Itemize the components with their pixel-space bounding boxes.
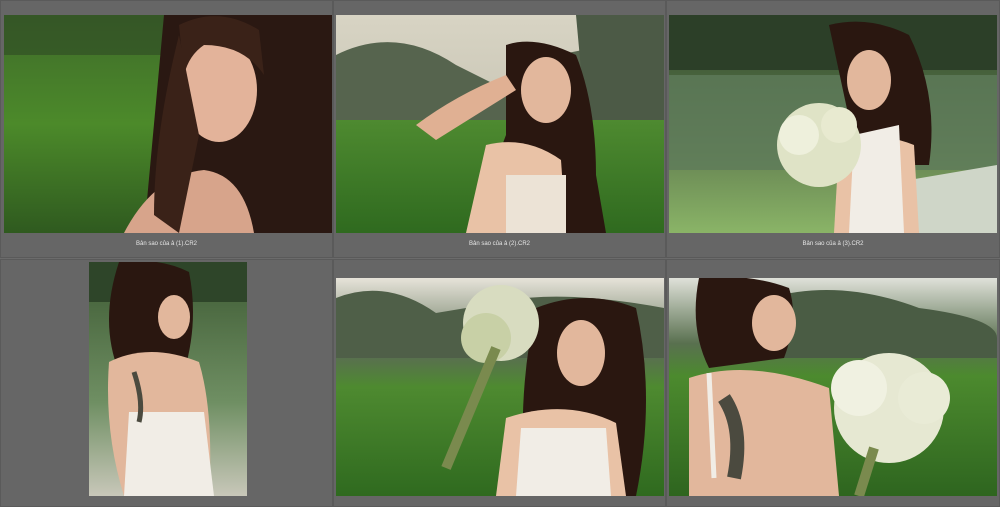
- thumbnail-grid: Bản sao của ả (1).CR2 Bản sao của ả (2).…: [0, 0, 1000, 507]
- thumbnail-cell-4[interactable]: [0, 259, 333, 507]
- photo-thumbnail-2[interactable]: [336, 15, 664, 233]
- thumbnail-caption-3: Bản sao của ả (3).CR2: [802, 241, 864, 247]
- thumbnail-caption-1: Bản sao của ả (1).CR2: [135, 241, 198, 247]
- photo-thumbnail-1[interactable]: [4, 15, 332, 233]
- photo-thumbnail-3[interactable]: [669, 15, 997, 233]
- thumbnail-cell-5[interactable]: [333, 259, 666, 507]
- thumbnail-cell-2[interactable]: Bản sao của ả (2).CR2: [333, 0, 666, 258]
- photo-thumbnail-6[interactable]: [669, 278, 997, 496]
- photo-thumbnail-4[interactable]: [89, 262, 247, 496]
- thumbnail-cell-3[interactable]: Bản sao của ả (3).CR2: [666, 0, 1000, 258]
- thumbnail-caption-2: Bản sao của ả (2).CR2: [468, 241, 531, 247]
- thumbnail-cell-6[interactable]: [666, 259, 1000, 507]
- thumbnail-cell-1[interactable]: Bản sao của ả (1).CR2: [0, 0, 333, 258]
- photo-thumbnail-5[interactable]: [336, 278, 664, 496]
